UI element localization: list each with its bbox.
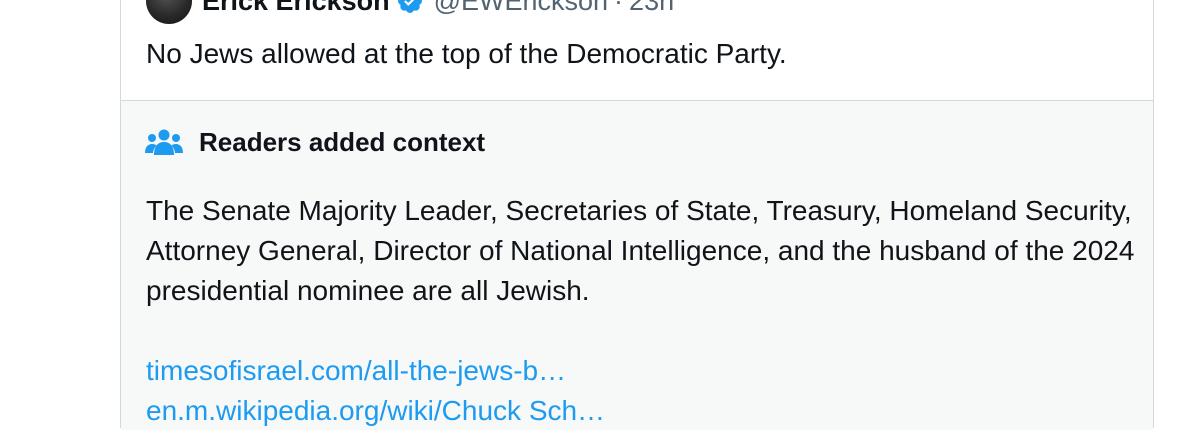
author-handle[interactable]: @EWErickson xyxy=(434,0,608,17)
tweet-header: Erick Erickson @EWErickson · 23h xyxy=(146,0,674,24)
community-note-title: Readers added context xyxy=(199,127,486,157)
community-note-body: The Senate Majority Leader, Secretaries … xyxy=(146,195,1135,306)
people-group-icon xyxy=(145,128,183,158)
tweet-card: Erick Erickson @EWErickson · 23h No Jews… xyxy=(120,0,1154,430)
verified-badge-icon[interactable] xyxy=(396,0,424,15)
source-link-wikipedia[interactable]: en.m.wikipedia.org/wiki/Chuck Sch… xyxy=(146,391,605,431)
tweet-text: No Jews allowed at the top of the Democr… xyxy=(146,38,787,69)
author-avatar[interactable] xyxy=(146,0,192,24)
community-note-header: Readers added context xyxy=(145,127,485,158)
tweet-timestamp[interactable]: 23h xyxy=(629,0,674,17)
author-name[interactable]: Erick Erickson xyxy=(202,0,390,17)
source-link-timesofisrael[interactable]: timesofisrael.com/all-the-jews-b… xyxy=(146,351,566,391)
separator-dot: · xyxy=(614,0,624,16)
community-note: Readers added context The Senate Majorit… xyxy=(121,100,1153,430)
